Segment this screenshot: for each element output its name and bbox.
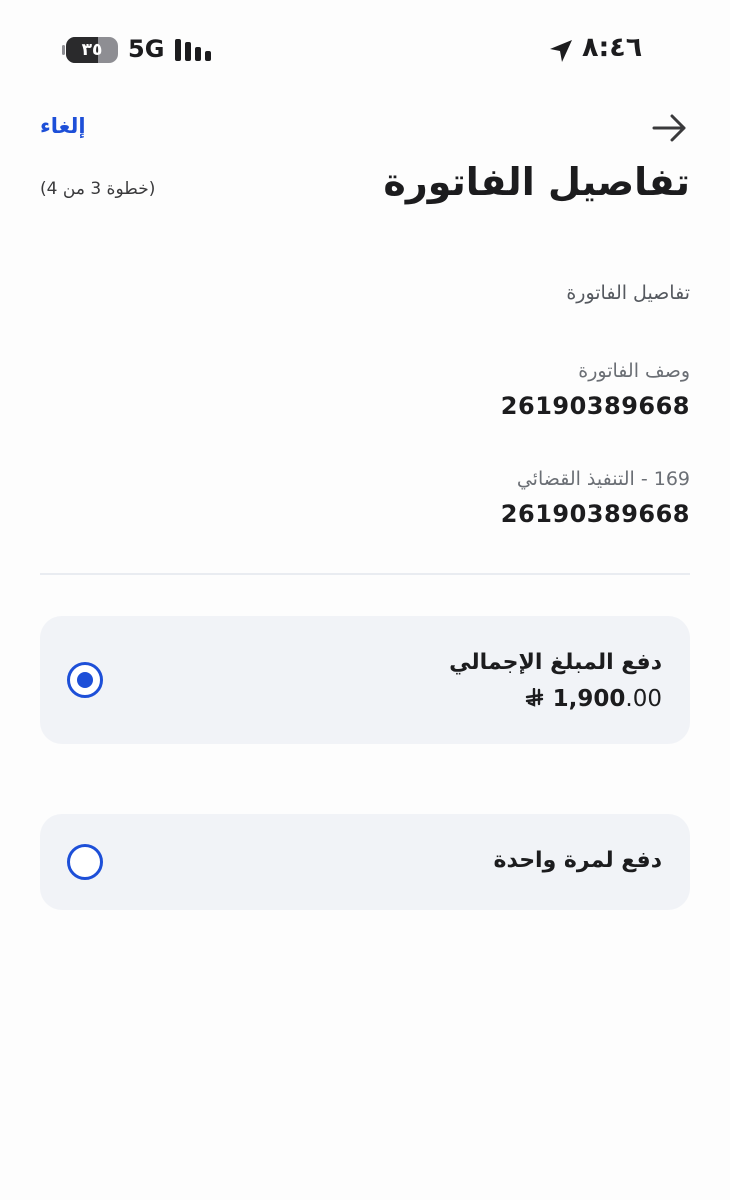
page-title: تفاصيل الفاتورة bbox=[383, 160, 690, 204]
pay-full-amount-option[interactable]: دفع المبلغ الإجمالي 1,900.00 bbox=[40, 616, 690, 744]
status-bar: ٣٥ 5G ٨:٤٦ bbox=[0, 0, 730, 100]
section-label: تفاصيل الفاتورة bbox=[566, 282, 690, 304]
battery-icon: ٣٥ bbox=[66, 37, 118, 63]
amount-decimal: .00 bbox=[625, 686, 662, 712]
invoice-description-value: 26190389668 bbox=[500, 392, 690, 420]
divider bbox=[40, 573, 690, 575]
location-arrow-icon bbox=[550, 40, 572, 62]
cancel-button[interactable]: إلغاء bbox=[40, 114, 86, 138]
network-type: 5G bbox=[128, 35, 165, 63]
invoice-type-value: 26190389668 bbox=[500, 500, 690, 528]
pay-full-amount-value: 1,900.00 bbox=[525, 686, 662, 712]
pay-one-time-option[interactable]: دفع لمرة واحدة bbox=[40, 814, 690, 910]
amount-integer: 1,900 bbox=[552, 686, 626, 712]
back-arrow-icon[interactable] bbox=[650, 110, 690, 146]
signal-icon bbox=[175, 39, 211, 61]
radio-selected-dot bbox=[77, 672, 93, 688]
pay-one-time-radio[interactable] bbox=[67, 844, 103, 880]
invoice-type-label: 169 - التنفيذ القضائي bbox=[516, 468, 690, 490]
battery-level: ٣٥ bbox=[81, 40, 103, 60]
pay-one-time-title: دفع لمرة واحدة bbox=[493, 848, 663, 873]
riyal-sign-icon bbox=[526, 687, 544, 707]
invoice-description-label: وصف الفاتورة bbox=[578, 360, 690, 382]
pay-full-amount-title: دفع المبلغ الإجمالي bbox=[449, 650, 662, 675]
pay-full-amount-radio[interactable] bbox=[67, 662, 103, 698]
status-time: ٨:٤٦ bbox=[582, 32, 643, 63]
step-indicator: (خطوة 3 من 4) bbox=[40, 179, 156, 199]
